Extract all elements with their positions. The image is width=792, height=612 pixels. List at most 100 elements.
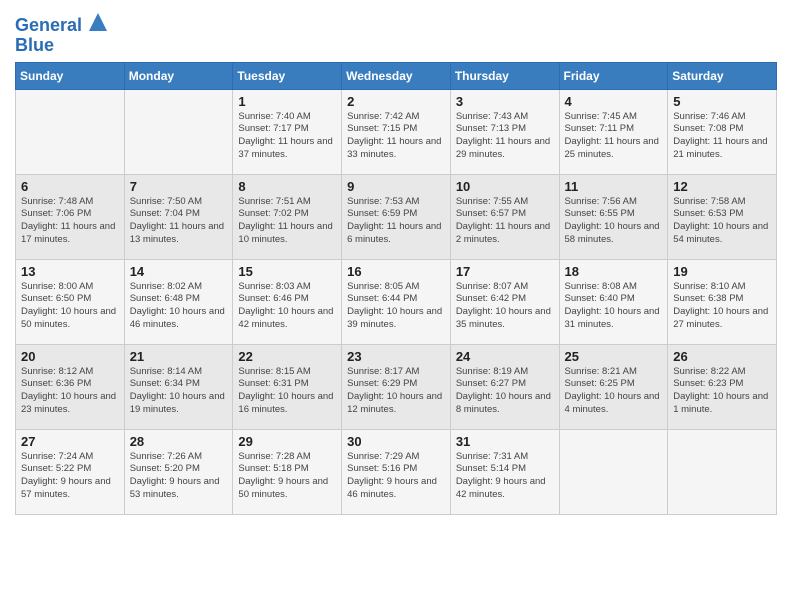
calendar-week-row: 20 Sunrise: 8:12 AM Sunset: 6:36 PM Dayli… — [16, 344, 777, 429]
day-number: 15 — [238, 264, 336, 279]
calendar-cell: 26 Sunrise: 8:22 AM Sunset: 6:23 PM Dayli… — [668, 344, 777, 429]
calendar-cell: 27 Sunrise: 7:24 AM Sunset: 5:22 PM Dayli… — [16, 429, 125, 514]
day-info: Sunrise: 7:56 AM Sunset: 6:55 PM Dayligh… — [565, 196, 663, 247]
day-info: Sunrise: 8:22 AM Sunset: 6:23 PM Dayligh… — [673, 366, 771, 417]
day-info: Sunrise: 8:05 AM Sunset: 6:44 PM Dayligh… — [347, 281, 445, 332]
day-number: 12 — [673, 179, 771, 194]
day-number: 3 — [456, 94, 554, 109]
day-number: 9 — [347, 179, 445, 194]
calendar-week-row: 27 Sunrise: 7:24 AM Sunset: 5:22 PM Dayli… — [16, 429, 777, 514]
calendar-cell: 3 Sunrise: 7:43 AM Sunset: 7:13 PM Daylig… — [450, 89, 559, 174]
day-info: Sunrise: 7:28 AM Sunset: 5:18 PM Dayligh… — [238, 451, 336, 502]
calendar-cell: 23 Sunrise: 8:17 AM Sunset: 6:29 PM Dayli… — [342, 344, 451, 429]
day-number: 2 — [347, 94, 445, 109]
day-number: 26 — [673, 349, 771, 364]
calendar-cell: 5 Sunrise: 7:46 AM Sunset: 7:08 PM Daylig… — [668, 89, 777, 174]
day-number: 17 — [456, 264, 554, 279]
day-info: Sunrise: 7:26 AM Sunset: 5:20 PM Dayligh… — [130, 451, 228, 502]
calendar-body: 1 Sunrise: 7:40 AM Sunset: 7:17 PM Daylig… — [16, 89, 777, 514]
day-info: Sunrise: 8:19 AM Sunset: 6:27 PM Dayligh… — [456, 366, 554, 417]
day-number: 21 — [130, 349, 228, 364]
day-number: 13 — [21, 264, 119, 279]
calendar-cell: 10 Sunrise: 7:55 AM Sunset: 6:57 PM Dayli… — [450, 174, 559, 259]
calendar-week-row: 13 Sunrise: 8:00 AM Sunset: 6:50 PM Dayli… — [16, 259, 777, 344]
calendar-cell: 30 Sunrise: 7:29 AM Sunset: 5:16 PM Dayli… — [342, 429, 451, 514]
calendar-cell: 28 Sunrise: 7:26 AM Sunset: 5:20 PM Dayli… — [124, 429, 233, 514]
day-info: Sunrise: 7:46 AM Sunset: 7:08 PM Dayligh… — [673, 111, 771, 162]
day-info: Sunrise: 7:51 AM Sunset: 7:02 PM Dayligh… — [238, 196, 336, 247]
day-number: 25 — [565, 349, 663, 364]
day-info: Sunrise: 7:58 AM Sunset: 6:53 PM Dayligh… — [673, 196, 771, 247]
calendar-cell — [668, 429, 777, 514]
calendar-cell: 17Sunrise: 8:07 AM Sunset: 6:42 PM Dayli… — [450, 259, 559, 344]
day-info: Sunrise: 8:17 AM Sunset: 6:29 PM Dayligh… — [347, 366, 445, 417]
calendar-cell: 2Sunrise: 7:42 AM Sunset: 7:15 PM Daylig… — [342, 89, 451, 174]
calendar-header-cell: Sunday — [16, 62, 125, 89]
day-info: Sunrise: 8:00 AM Sunset: 6:50 PM Dayligh… — [21, 281, 119, 332]
day-number: 20 — [21, 349, 119, 364]
calendar-cell: 15 Sunrise: 8:03 AM Sunset: 6:46 PM Dayli… — [233, 259, 342, 344]
calendar-cell: 21 Sunrise: 8:14 AM Sunset: 6:34 PM Dayli… — [124, 344, 233, 429]
calendar-cell: 25 Sunrise: 8:21 AM Sunset: 6:25 PM Dayli… — [559, 344, 668, 429]
calendar-cell: 14 Sunrise: 8:02 AM Sunset: 6:48 PM Dayli… — [124, 259, 233, 344]
calendar-week-row: 6 Sunrise: 7:48 AM Sunset: 7:06 PM Daylig… — [16, 174, 777, 259]
calendar-cell: 20 Sunrise: 8:12 AM Sunset: 6:36 PM Dayli… — [16, 344, 125, 429]
day-number: 10 — [456, 179, 554, 194]
day-info: Sunrise: 7:24 AM Sunset: 5:22 PM Dayligh… — [21, 451, 119, 502]
day-info: Sunrise: 8:15 AM Sunset: 6:31 PM Dayligh… — [238, 366, 336, 417]
calendar-cell — [124, 89, 233, 174]
calendar-header-cell: Friday — [559, 62, 668, 89]
calendar-header-cell: Monday — [124, 62, 233, 89]
day-number: 4 — [565, 94, 663, 109]
day-number: 16 — [347, 264, 445, 279]
day-number: 28 — [130, 434, 228, 449]
calendar-header-cell: Wednesday — [342, 62, 451, 89]
calendar-cell: 18 Sunrise: 8:08 AM Sunset: 6:40 PM Dayli… — [559, 259, 668, 344]
day-info: Sunrise: 7:29 AM Sunset: 5:16 PM Dayligh… — [347, 451, 445, 502]
calendar-header-cell: Thursday — [450, 62, 559, 89]
day-number: 5 — [673, 94, 771, 109]
calendar-cell: 6 Sunrise: 7:48 AM Sunset: 7:06 PM Daylig… — [16, 174, 125, 259]
day-info: Sunrise: 7:50 AM Sunset: 7:04 PM Dayligh… — [130, 196, 228, 247]
day-info: Sunrise: 8:02 AM Sunset: 6:48 PM Dayligh… — [130, 281, 228, 332]
day-info: Sunrise: 7:40 AM Sunset: 7:17 PM Dayligh… — [238, 111, 336, 162]
day-info: Sunrise: 8:21 AM Sunset: 6:25 PM Dayligh… — [565, 366, 663, 417]
day-info: Sunrise: 7:43 AM Sunset: 7:13 PM Dayligh… — [456, 111, 554, 162]
calendar-cell — [16, 89, 125, 174]
logo-general: General — [15, 15, 82, 35]
calendar-cell — [559, 429, 668, 514]
day-info: Sunrise: 7:48 AM Sunset: 7:06 PM Dayligh… — [21, 196, 119, 247]
calendar-cell: 1 Sunrise: 7:40 AM Sunset: 7:17 PM Daylig… — [233, 89, 342, 174]
logo-blue: Blue — [15, 35, 54, 55]
logo-text: General Blue — [15, 16, 107, 56]
calendar-table: SundayMondayTuesdayWednesdayThursdayFrid… — [15, 62, 777, 515]
day-number: 24 — [456, 349, 554, 364]
calendar-header-row: SundayMondayTuesdayWednesdayThursdayFrid… — [16, 62, 777, 89]
calendar-cell: 19Sunrise: 8:10 AM Sunset: 6:38 PM Dayli… — [668, 259, 777, 344]
logo-icon — [89, 13, 107, 31]
day-info: Sunrise: 7:55 AM Sunset: 6:57 PM Dayligh… — [456, 196, 554, 247]
day-info: Sunrise: 8:12 AM Sunset: 6:36 PM Dayligh… — [21, 366, 119, 417]
calendar-cell: 8Sunrise: 7:51 AM Sunset: 7:02 PM Daylig… — [233, 174, 342, 259]
calendar-cell: 7Sunrise: 7:50 AM Sunset: 7:04 PM Daylig… — [124, 174, 233, 259]
calendar-cell: 31Sunrise: 7:31 AM Sunset: 5:14 PM Dayli… — [450, 429, 559, 514]
calendar-header-cell: Saturday — [668, 62, 777, 89]
day-number: 23 — [347, 349, 445, 364]
calendar-cell: 13 Sunrise: 8:00 AM Sunset: 6:50 PM Dayli… — [16, 259, 125, 344]
calendar-cell: 12 Sunrise: 7:58 AM Sunset: 6:53 PM Dayli… — [668, 174, 777, 259]
day-number: 31 — [456, 434, 554, 449]
day-info: Sunrise: 8:08 AM Sunset: 6:40 PM Dayligh… — [565, 281, 663, 332]
calendar-week-row: 1 Sunrise: 7:40 AM Sunset: 7:17 PM Daylig… — [16, 89, 777, 174]
day-number: 11 — [565, 179, 663, 194]
day-info: Sunrise: 8:03 AM Sunset: 6:46 PM Dayligh… — [238, 281, 336, 332]
day-info: Sunrise: 8:14 AM Sunset: 6:34 PM Dayligh… — [130, 366, 228, 417]
day-number: 1 — [238, 94, 336, 109]
day-number: 30 — [347, 434, 445, 449]
day-number: 18 — [565, 264, 663, 279]
day-number: 27 — [21, 434, 119, 449]
calendar-cell: 4 Sunrise: 7:45 AM Sunset: 7:11 PM Daylig… — [559, 89, 668, 174]
day-number: 6 — [21, 179, 119, 194]
day-number: 14 — [130, 264, 228, 279]
day-info: Sunrise: 7:45 AM Sunset: 7:11 PM Dayligh… — [565, 111, 663, 162]
calendar-cell: 11 Sunrise: 7:56 AM Sunset: 6:55 PM Dayli… — [559, 174, 668, 259]
